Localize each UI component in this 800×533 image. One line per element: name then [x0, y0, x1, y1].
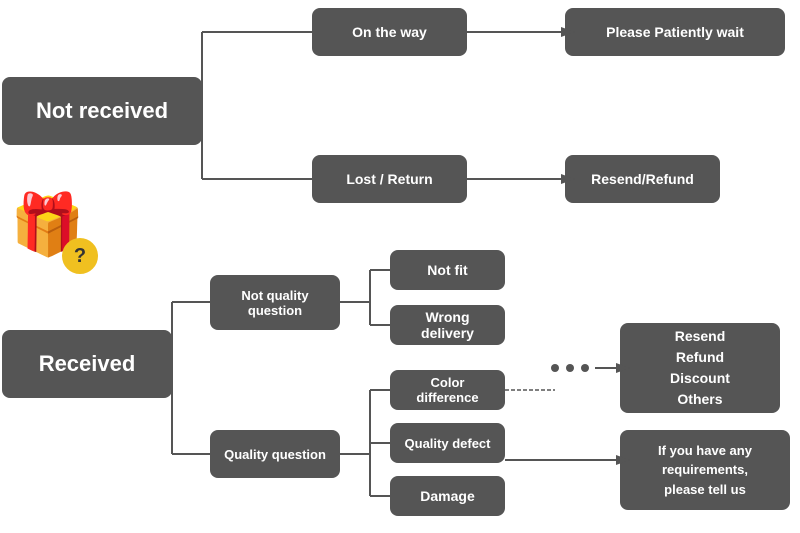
color-difference-node: Color difference — [390, 370, 505, 410]
please-wait-node: Please Patiently wait — [565, 8, 785, 56]
damage-node: Damage — [390, 476, 505, 516]
resend-refund-box-node: Resend Refund Discount Others — [620, 323, 780, 413]
lost-return-node: Lost / Return — [312, 155, 467, 203]
if-you-have-node: If you have any requirements, please tel… — [620, 430, 790, 510]
diagram: 🎁 ? Not received On the way Please Patie… — [0, 0, 800, 533]
not-received-node: Not received — [2, 77, 202, 145]
quality-defect-node: Quality defect — [390, 423, 505, 463]
not-fit-node: Not fit — [390, 250, 505, 290]
received-node: Received — [2, 330, 172, 398]
on-the-way-node: On the way — [312, 8, 467, 56]
not-quality-question-node: Not quality question — [210, 275, 340, 330]
wrong-delivery-node: Wrong delivery — [390, 305, 505, 345]
question-icon: ? — [62, 238, 98, 274]
quality-question-node: Quality question — [210, 430, 340, 478]
resend-refund-top-node: Resend/Refund — [565, 155, 720, 203]
